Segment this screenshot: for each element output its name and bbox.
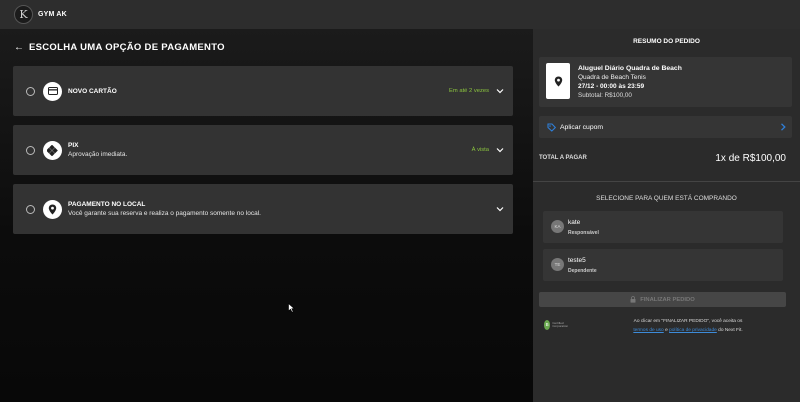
location-pin-icon — [546, 63, 570, 99]
chevron-down-icon[interactable] — [496, 205, 504, 213]
certified-b-icon: B — [544, 319, 551, 330]
payment-option-name: PAGAMENTO NO LOCAL — [68, 201, 146, 208]
order-item-card: Aluguel Diário Quadra de Beach Quadra de… — [539, 57, 792, 107]
payment-panel: ← ESCOLHA UMA OPÇÃO DE PAGAMENTO NOVO CA… — [0, 29, 533, 402]
radio-button[interactable] — [26, 86, 35, 96]
location-pin-icon — [43, 199, 62, 219]
payment-option-name: PIX — [68, 142, 79, 149]
order-item-time: 27/12 - 00:00 às 23:59 — [578, 83, 645, 90]
order-item-subtotal: Subtotal: R$100,00 — [578, 92, 632, 99]
pix-icon — [43, 140, 62, 160]
payment-option-desc: Aprovação imediata. — [68, 151, 128, 158]
finalize-order-button[interactable]: FINALIZAR PEDIDO — [539, 292, 786, 307]
buyer-role: Dependente — [568, 268, 597, 274]
buyer-option[interactable]: TE teste5 Dependente — [543, 249, 783, 281]
chevron-down-icon[interactable] — [496, 87, 504, 95]
page-title: ← ESCOLHA UMA OPÇÃO DE PAGAMENTO — [14, 42, 225, 53]
terms-of-use-link[interactable]: termos de uso — [633, 328, 663, 333]
divider — [533, 181, 800, 182]
apply-coupon-button[interactable]: Aplicar cupom — [539, 116, 792, 138]
gym-logo[interactable]: K — [14, 5, 33, 24]
buyer-name: teste5 — [568, 257, 586, 264]
lock-icon — [630, 296, 636, 303]
chevron-right-icon — [781, 123, 786, 131]
privacy-policy-link[interactable]: política de privacidade — [669, 328, 717, 333]
summary-title: RESUMO DO PEDIDO — [633, 38, 700, 45]
terms-prefix: Ao clicar em "FINALIZAR PEDIDO", você ac… — [633, 319, 743, 324]
radio-button[interactable] — [26, 145, 35, 155]
payment-option-note: Em até 2 vezes — [449, 88, 489, 94]
buyer-select-title: SELECIONE PARA QUEM ESTÁ COMPRANDO — [596, 195, 737, 202]
page-title-text: ESCOLHA UMA OPÇÃO DE PAGAMENTO — [29, 42, 225, 53]
finalize-order-label: FINALIZAR PEDIDO — [640, 296, 695, 303]
logo-letter: K — [19, 8, 28, 21]
order-summary-panel: RESUMO DO PEDIDO Aluguel Diário Quadra d… — [533, 29, 800, 402]
chevron-down-icon[interactable] — [496, 146, 504, 154]
order-item-info: Aluguel Diário Quadra de Beach Quadra de… — [578, 65, 682, 99]
mouse-cursor-icon — [288, 303, 295, 313]
order-item-name: Aluguel Diário Quadra de Beach — [578, 65, 682, 72]
gym-name: GYM AK — [38, 11, 67, 18]
avatar: KA — [551, 220, 564, 233]
payment-option-card[interactable]: PAGAMENTO NO LOCAL Você garante sua rese… — [13, 184, 513, 234]
credit-card-icon — [43, 81, 62, 101]
total-label: TOTAL A PAGAR — [539, 155, 587, 161]
payment-option-text: PAGAMENTO NO LOCAL Você garante sua rese… — [68, 201, 261, 217]
avatar: TE — [551, 258, 564, 271]
payment-option-desc: Você garante sua reserva e realiza o pag… — [68, 210, 261, 217]
buyer-name: kate — [568, 219, 581, 226]
payment-option-name: NOVO CARTÃO — [68, 87, 117, 95]
certified-badge-text: Certified Corporation — [552, 320, 569, 328]
payment-option-text: NOVO CARTÃO — [68, 88, 117, 95]
payment-option-card[interactable]: NOVO CARTÃO Em até 2 vezes — [13, 66, 513, 116]
order-item-court: Quadra de Beach Tenis — [578, 74, 646, 81]
total-value: 1x de R$100,00 — [715, 153, 786, 164]
top-bar: K GYM AK — [0, 0, 800, 29]
payment-option-card[interactable]: PIX Aprovação imediata. À vista — [13, 125, 513, 175]
terms-text: Ao clicar em "FINALIZAR PEDIDO", você ac… — [593, 318, 783, 335]
apply-coupon-label: Aplicar cupom — [560, 123, 604, 131]
payment-option-note: À vista — [471, 147, 489, 153]
buyer-option[interactable]: KA kate Responsável — [543, 211, 783, 243]
radio-button[interactable] — [26, 204, 35, 214]
terms-suffix: do Next Fit. — [716, 327, 743, 333]
coupon-tag-icon — [547, 122, 556, 132]
payment-option-text: PIX Aprovação imediata. — [68, 142, 127, 158]
buyer-role: Responsável — [568, 230, 599, 236]
back-arrow-icon[interactable]: ← — [14, 42, 24, 53]
certified-badge: B Certified Corporation — [544, 319, 570, 330]
